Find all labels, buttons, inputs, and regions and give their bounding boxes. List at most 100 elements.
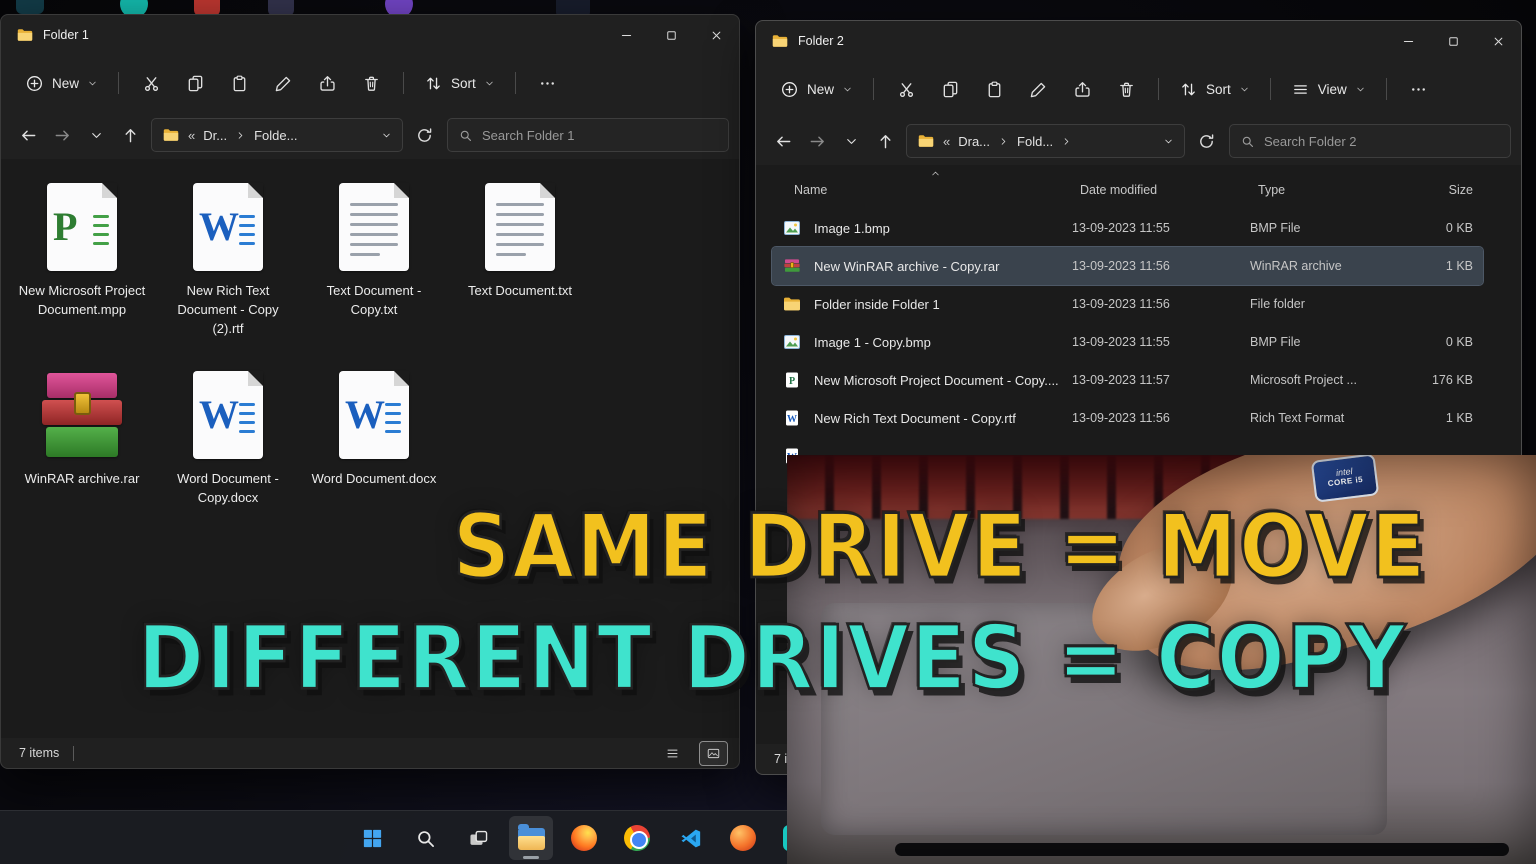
forward-button[interactable] [800, 124, 834, 158]
recent-locations-button[interactable] [79, 118, 113, 152]
file-tile[interactable]: W New Rich Text Document - Copy (2).rtf [155, 175, 301, 363]
folder1-command-bar: New Sort [1, 55, 739, 111]
desktop-shortcut-icon[interactable] [16, 0, 44, 14]
chevron-down-icon[interactable] [381, 130, 392, 141]
cut-icon [897, 80, 916, 99]
file-row-selected[interactable]: New WinRAR archive - Copy.rar 13-09-2023… [772, 247, 1483, 285]
chevron-down-icon[interactable] [1163, 136, 1174, 147]
copy-button[interactable] [928, 71, 972, 107]
vscode-button[interactable] [668, 816, 712, 860]
breadcrumb-item[interactable]: Dra... [958, 134, 990, 149]
file-tile[interactable]: W Word Document - Copy.docx [155, 363, 301, 551]
file-explorer-icon [518, 828, 545, 849]
paste-button[interactable] [972, 71, 1016, 107]
sort-button[interactable]: Sort [414, 65, 505, 101]
column-header-date-modified[interactable]: Date modified [1072, 183, 1250, 197]
file-tile[interactable]: Text Document - Copy.txt [301, 175, 447, 363]
project-file-icon: P [47, 181, 117, 273]
file-row[interactable]: New Rich Text Document - Copy.rtf 13-09-… [772, 399, 1483, 437]
up-button[interactable] [868, 124, 902, 158]
text-file-icon [339, 181, 409, 273]
file-tile[interactable]: P New Microsoft Project Document.mpp [9, 175, 155, 363]
see-more-button[interactable] [1397, 71, 1441, 107]
rename-button[interactable] [261, 65, 305, 101]
forward-button[interactable] [45, 118, 79, 152]
search-box[interactable] [447, 118, 729, 152]
word-file-icon: W [193, 369, 263, 461]
refresh-button[interactable] [407, 118, 441, 152]
breadcrumb[interactable]: « Dra... Fold... [906, 124, 1185, 158]
column-header-name[interactable]: Name [772, 183, 1072, 197]
minimize-button[interactable] [1386, 21, 1431, 61]
close-button[interactable] [694, 15, 739, 55]
browser-button[interactable] [721, 816, 765, 860]
search-input[interactable] [1264, 134, 1500, 149]
file-row[interactable]: Folder inside Folder 1 13-09-2023 11:56 … [772, 285, 1483, 323]
large-icons-view-toggle[interactable] [700, 742, 727, 765]
delete-button[interactable] [1104, 71, 1148, 107]
file-type: Rich Text Format [1250, 411, 1400, 425]
folder2-titlebar[interactable]: Folder 2 [756, 21, 1521, 61]
folder1-titlebar[interactable]: Folder 1 [1, 15, 739, 55]
breadcrumb-overflow[interactable]: « [943, 134, 950, 149]
sort-button-label: Sort [451, 76, 476, 91]
file-row[interactable]: New Microsoft Project Document - Copy...… [772, 361, 1483, 399]
file-row[interactable]: Image 1.bmp 13-09-2023 11:55 BMP File 0 … [772, 209, 1483, 247]
cut-button[interactable] [884, 71, 928, 107]
maximize-button[interactable] [1431, 21, 1476, 61]
new-button[interactable]: New [770, 71, 863, 107]
file-tile[interactable]: Text Document.txt [447, 175, 593, 363]
share-button[interactable] [305, 65, 349, 101]
folder1-status-bar: 7 items [1, 738, 739, 768]
search-box[interactable] [1229, 124, 1511, 158]
delete-button[interactable] [349, 65, 393, 101]
taskbar-search-button[interactable] [403, 816, 447, 860]
firefox-button[interactable] [562, 816, 606, 860]
maximize-button[interactable] [649, 15, 694, 55]
project-file-icon [782, 370, 802, 390]
share-icon [1073, 80, 1092, 99]
back-button[interactable] [766, 124, 800, 158]
up-button[interactable] [113, 118, 147, 152]
file-size: 0 KB [1400, 221, 1483, 235]
file-tile[interactable]: W Word Document.docx [301, 363, 447, 551]
cut-button[interactable] [129, 65, 173, 101]
back-button[interactable] [11, 118, 45, 152]
search-input[interactable] [482, 128, 718, 143]
file-type: File folder [1250, 297, 1400, 311]
breadcrumb-item[interactable]: Fold... [1017, 134, 1053, 149]
column-header-size[interactable]: Size [1400, 183, 1483, 197]
firefox-icon [571, 825, 597, 851]
breadcrumb-item[interactable]: Folde... [254, 128, 297, 143]
see-more-button[interactable] [526, 65, 570, 101]
start-button[interactable] [350, 816, 394, 860]
task-view-icon [467, 827, 490, 850]
details-view-toggle[interactable] [659, 742, 686, 765]
paste-button[interactable] [217, 65, 261, 101]
column-header-type[interactable]: Type [1250, 183, 1400, 197]
refresh-button[interactable] [1189, 124, 1223, 158]
breadcrumb-overflow[interactable]: « [188, 128, 195, 143]
file-size: 0 KB [1400, 335, 1483, 349]
recent-locations-button[interactable] [834, 124, 868, 158]
window-title: Folder 1 [43, 28, 89, 42]
rename-button[interactable] [1016, 71, 1060, 107]
minimize-button[interactable] [604, 15, 649, 55]
chevron-down-icon [484, 78, 495, 89]
file-row[interactable]: Image 1 - Copy.bmp 13-09-2023 11:55 BMP … [772, 323, 1483, 361]
copy-button[interactable] [173, 65, 217, 101]
file-explorer-button[interactable] [509, 816, 553, 860]
task-view-button[interactable] [456, 816, 500, 860]
sort-button[interactable]: Sort [1169, 71, 1260, 107]
file-name: Word Document.docx [312, 470, 437, 489]
chrome-button[interactable] [615, 816, 659, 860]
new-button[interactable]: New [15, 65, 108, 101]
close-button[interactable] [1476, 21, 1521, 61]
breadcrumb[interactable]: « Dr... Folde... [151, 118, 403, 152]
breadcrumb-item[interactable]: Dr... [203, 128, 227, 143]
share-button[interactable] [1060, 71, 1104, 107]
windows-start-icon [361, 827, 384, 850]
view-button[interactable]: View [1281, 71, 1376, 107]
chrome-icon [624, 825, 650, 851]
file-tile[interactable]: WinRAR archive.rar [9, 363, 155, 551]
